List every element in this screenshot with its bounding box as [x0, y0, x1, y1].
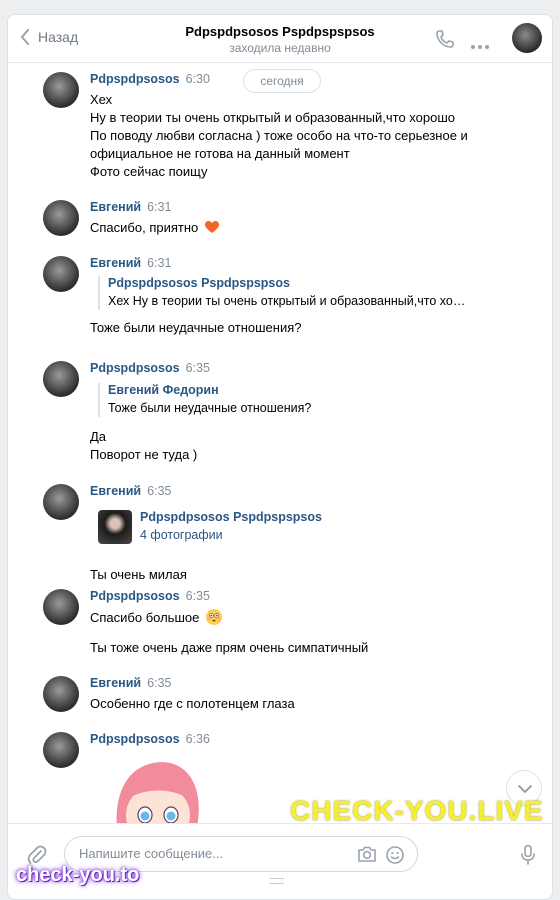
watermark-bottom: check-you.to [16, 864, 140, 886]
message-text: Поворот не туда ) [90, 447, 198, 462]
message-text: Спасибо, приятно [90, 220, 220, 235]
message-header: Pdpspdpsosos 6:35 [90, 589, 210, 603]
message-author[interactable]: Pdpspdpsosos [90, 72, 180, 86]
quote-author: Евгений Федорин [108, 383, 219, 397]
message-header: Евгений 6:35 [90, 676, 171, 690]
reply-quote[interactable]: Pdpspdpsosos Pspdpspspsos Хех Ну в теори… [98, 276, 465, 310]
avatar[interactable] [43, 361, 79, 397]
chat-header: Назад Pdpspdpsosos Pspdpspspsos заходила… [8, 15, 552, 63]
avatar[interactable] [43, 256, 79, 292]
message-author[interactable]: Pdpspdpsosos [90, 732, 180, 746]
message-author[interactable]: Pdpspdpsosos [90, 361, 180, 375]
avatar[interactable] [43, 484, 79, 520]
message-text: Да [90, 429, 107, 444]
quote-text: Тоже были неудачные отношения? [108, 401, 312, 415]
message-author[interactable]: Евгений [90, 200, 141, 214]
forwarded-author[interactable]: Pdpspdpsosos Pspdpspspsos [140, 510, 322, 524]
resize-grip[interactable] [270, 878, 284, 884]
message-text: Ты очень милая [90, 567, 187, 582]
message-text: официальное не готова на данный момент [90, 146, 350, 161]
quote-author: Pdpspdpsosos Pspdpspspsos [108, 276, 290, 290]
forwarded-photos-count[interactable]: 4 фотографии [140, 528, 223, 542]
message-time: 6:31 [147, 256, 172, 270]
date-divider: сегодня [243, 69, 321, 93]
message-author[interactable]: Евгений [90, 256, 141, 270]
message-time: 6:30 [185, 72, 210, 86]
forwarded-photo-thumbnail[interactable] [98, 510, 132, 544]
avatar[interactable] [43, 732, 79, 768]
message-text: Особенно где с полотенцем глаза [90, 696, 295, 711]
message-header: Евгений 6:31 [90, 200, 171, 214]
message-text: Ты тоже очень даже прям очень симпатичны… [90, 640, 369, 655]
message-text: Ну в теории ты очень открытый и образова… [90, 110, 456, 125]
watermark-top: CHECK-YOU.LIVE [290, 795, 544, 826]
message-header: Евгений 6:31 [90, 256, 171, 270]
heart-icon [204, 221, 219, 233]
message-text: Спасибо большое [90, 609, 222, 625]
message-composer [8, 823, 552, 899]
message-author[interactable]: Евгений [90, 484, 141, 498]
smiley-icon[interactable] [385, 845, 405, 870]
message-time: 6:35 [185, 589, 210, 603]
avatar[interactable] [43, 200, 79, 236]
quote-text: Хех Ну в теории ты очень открытый и обра… [108, 294, 466, 308]
message-text-content: Спасибо большое [90, 610, 200, 625]
message-author[interactable]: Pdpspdpsosos [90, 589, 180, 603]
reply-quote[interactable]: Евгений Федорин Тоже были неудачные отно… [98, 383, 311, 417]
message-time: 6:35 [147, 484, 172, 498]
message-time: 6:31 [147, 200, 172, 214]
avatar[interactable] [43, 72, 79, 108]
avatar[interactable] [43, 676, 79, 712]
more-icon[interactable] [470, 37, 490, 55]
message-text: Хех [90, 92, 113, 107]
camera-icon[interactable] [357, 845, 377, 868]
message-header: Pdpspdpsosos 6:36 [90, 732, 210, 746]
chat-avatar[interactable] [512, 23, 542, 53]
message-header: Pdpspdpsosos 6:30 [90, 72, 210, 86]
message-author[interactable]: Евгений [90, 676, 141, 690]
microphone-icon[interactable] [520, 844, 536, 871]
message-header: Pdpspdpsosos 6:35 [90, 361, 210, 375]
flushed-face-icon [205, 609, 222, 625]
message-text-content: Спасибо, приятно [90, 220, 199, 235]
chat-window: Назад Pdpspdpsosos Pspdpspspsos заходила… [7, 14, 553, 900]
message-time: 6:35 [147, 676, 172, 690]
message-text: По поводу любви согласна ) тоже особо на… [90, 128, 468, 143]
message-time: 6:36 [185, 732, 210, 746]
message-text: Фото сейчас поищу [90, 164, 208, 179]
message-text: Тоже были неудачные отношения? [90, 320, 302, 335]
phone-icon[interactable] [434, 29, 454, 54]
message-time: 6:35 [185, 361, 210, 375]
avatar[interactable] [43, 589, 79, 625]
message-header: Евгений 6:35 [90, 484, 171, 498]
